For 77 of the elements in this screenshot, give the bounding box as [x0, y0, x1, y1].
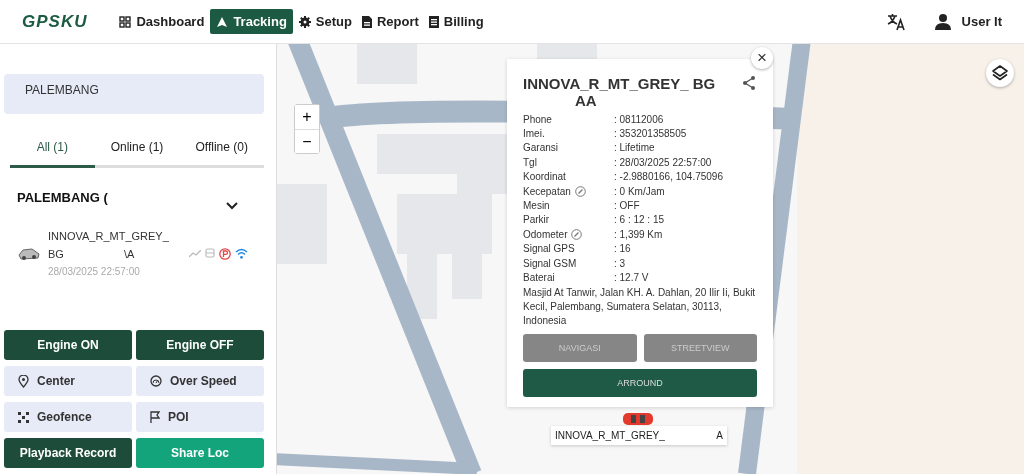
filter-tab[interactable]: Online (1) — [94, 128, 180, 168]
field-label: Imei. — [523, 128, 545, 140]
action-button[interactable]: POI — [136, 402, 264, 432]
field-value: : 353201358505 — [614, 128, 687, 140]
car-marker-icon[interactable] — [623, 412, 653, 426]
field-label: Parkir — [523, 214, 550, 226]
filter-tab[interactable]: Offline (0) — [179, 128, 264, 168]
nav-tab[interactable]: Setup — [294, 9, 356, 34]
vehicle-time: 28/03/2025 22:57:00 — [48, 266, 141, 277]
vehicle-plate: BG — [48, 248, 64, 260]
logo[interactable]: GPSKU — [22, 11, 88, 32]
popup-title: AA — [574, 92, 598, 109]
vehicle-plate: \A — [123, 248, 135, 260]
edit-icon[interactable] — [571, 228, 583, 240]
action-button[interactable]: Over Speed — [136, 366, 264, 396]
filter-tab[interactable]: All (1) — [10, 128, 95, 168]
flag-icon — [150, 411, 160, 423]
receipt-icon — [428, 15, 439, 28]
translate-icon[interactable] — [885, 11, 906, 32]
field-label: Koordinat — [523, 171, 566, 183]
action-button[interactable]: Geofence — [4, 402, 132, 432]
car-front-icon — [205, 248, 215, 259]
grid-icon — [119, 15, 132, 28]
action-button[interactable]: Center — [4, 366, 132, 396]
action-button[interactable]: Playback Record — [4, 438, 132, 468]
share-icon[interactable] — [741, 75, 757, 91]
field-label: Tgl — [523, 156, 537, 168]
settings-icon — [298, 15, 311, 28]
vehicle-name[interactable]: INNOVA_R_MT_GREY_ — [48, 230, 181, 242]
field-label: Phone — [523, 113, 552, 125]
trend-icon — [189, 249, 201, 258]
layers-icon — [991, 64, 1009, 82]
document-icon — [361, 15, 372, 28]
action-button[interactable]: Engine OFF — [136, 330, 264, 360]
field-value: : OFF — [614, 200, 640, 212]
wifi-icon — [235, 248, 248, 259]
popup-button[interactable]: ARROUND — [523, 368, 757, 397]
speedometer-icon — [150, 375, 162, 387]
field-label: Baterai — [523, 272, 555, 283]
nav-tab[interactable]: Report — [357, 9, 423, 34]
field-value: : 6 : 12 : 15 — [614, 214, 665, 226]
chevron-icon[interactable] — [226, 202, 238, 210]
nav-tab[interactable]: Tracking — [210, 9, 293, 34]
nav-tab[interactable]: Billing — [424, 9, 488, 34]
zoom-out-button[interactable]: − — [295, 129, 319, 153]
car-icon — [18, 246, 40, 261]
field-value: : Lifetime — [614, 142, 655, 154]
location-pin-icon — [18, 374, 29, 388]
field-value: : -2.9880166, 104.75096 — [614, 171, 723, 183]
field-value: : 0 Km/Jam — [614, 185, 665, 197]
field-value: : 3 — [614, 257, 626, 269]
field-value: : 1,399 Km — [614, 228, 663, 240]
close-button[interactable]: × — [751, 47, 773, 69]
corners-icon — [18, 411, 29, 423]
group-name: PALEMBANG ( — [17, 190, 108, 205]
field-label: Mesin — [523, 200, 550, 212]
field-value: : 28/03/2025 22:57:00 — [614, 156, 712, 168]
field-value: : 12.7 V — [614, 272, 649, 283]
field-label: Signal GPS — [523, 243, 575, 255]
user-menu[interactable]: User It — [933, 12, 1002, 31]
action-button[interactable]: Engine ON — [4, 330, 132, 360]
edit-icon[interactable] — [574, 185, 586, 197]
marker-label-text: A — [716, 430, 723, 441]
popup-title: INNOVA_R_MT_GREY_ BG — [523, 75, 716, 92]
field-label: Garansi — [523, 142, 558, 154]
address-text: Masjid At Tanwir, Jalan KH. A. Dahlan, 20 Ilir Ii, Bukit Kecil, Palembang, Sumatera Selatan, 30113, Indonesia — [523, 285, 757, 328]
search-field[interactable]: PALEMBANG — [4, 74, 264, 114]
field-value: : 16 — [614, 243, 631, 255]
field-value: : 08112006 — [614, 113, 664, 125]
user-icon — [933, 12, 952, 31]
field-label: Signal GSM — [523, 257, 577, 269]
nav-tab[interactable]: Dashboard — [115, 9, 209, 34]
field-label: Odometer — [523, 228, 568, 240]
marker-label-text: INNOVA_R_MT_GREY_ — [555, 430, 665, 441]
field-label: Kecepatan — [523, 185, 571, 197]
parking-icon — [219, 247, 231, 260]
navigation-arrow-icon — [216, 15, 229, 28]
